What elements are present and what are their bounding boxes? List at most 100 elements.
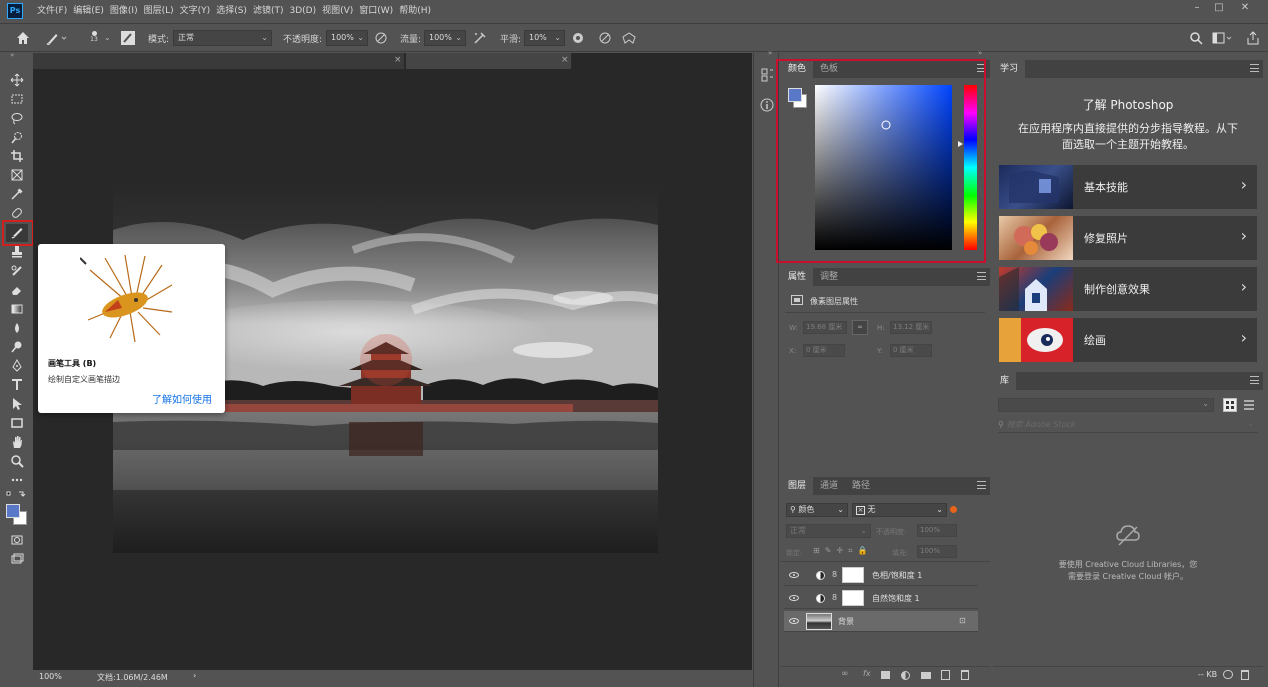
- blur-tool-icon[interactable]: [6, 320, 28, 338]
- layer-name[interactable]: 自然饱和度 1: [872, 593, 920, 604]
- share-icon[interactable]: [1244, 29, 1262, 47]
- trash-icon[interactable]: [1241, 670, 1249, 680]
- library-select[interactable]: ⌄: [998, 398, 1214, 412]
- document-tab-2[interactable]: [406, 53, 572, 69]
- brush-size-picker[interactable]: 13: [87, 29, 101, 49]
- info-panel-icon[interactable]: [760, 98, 774, 112]
- learn-card-basic-skills[interactable]: 基本技能 ›: [999, 165, 1257, 209]
- panel-menu-icon[interactable]: [977, 272, 986, 280]
- tab-channels[interactable]: 通道: [813, 477, 845, 495]
- x-field[interactable]: 0 厘米: [803, 344, 845, 357]
- photoshop-logo-icon[interactable]: Ps: [7, 3, 23, 19]
- airbrush-icon[interactable]: [471, 29, 489, 47]
- layer-row-selected[interactable]: 背景 ⊡: [784, 611, 978, 632]
- lock-icon[interactable]: ⊡: [959, 616, 966, 625]
- eyedropper-tool-icon[interactable]: [6, 186, 28, 204]
- menu-item[interactable]: 文字(Y): [177, 0, 214, 22]
- home-icon[interactable]: [14, 29, 32, 47]
- layer-mask-thumbnail[interactable]: [842, 590, 864, 606]
- history-panel-icon[interactable]: [761, 67, 775, 83]
- link-dimensions-icon[interactable]: ∞: [852, 320, 868, 335]
- frame-tool-icon[interactable]: [6, 167, 28, 185]
- tab-learn[interactable]: 学习: [993, 60, 1026, 78]
- height-field[interactable]: 13.12 厘米: [890, 321, 932, 334]
- panel-menu-icon[interactable]: [977, 481, 986, 489]
- layer-mask-thumbnail[interactable]: [842, 567, 864, 583]
- stock-search[interactable]: ⚲ 搜索 Adobe Stock ⌄: [998, 419, 1258, 433]
- brush-preset-icon[interactable]: [44, 29, 67, 47]
- menu-item[interactable]: 图像(I): [107, 0, 141, 22]
- layer-row[interactable]: 8 自然饱和度 1: [784, 588, 978, 609]
- panel-menu-icon[interactable]: [1250, 376, 1259, 384]
- move-tool-icon[interactable]: [6, 72, 28, 90]
- quick-select-tool-icon[interactable]: [6, 129, 28, 147]
- tab-layers[interactable]: 图层: [781, 477, 814, 495]
- learn-card-fix-photos[interactable]: 修复照片 ›: [999, 216, 1257, 260]
- close-tab-icon[interactable]: ×: [561, 55, 569, 65]
- visibility-eye-icon[interactable]: [789, 618, 799, 624]
- folder-icon[interactable]: [921, 672, 931, 679]
- collapse-icon[interactable]: »: [10, 51, 14, 59]
- layer-filter-kind[interactable]: ⚲ 颜色 ⌄: [786, 503, 848, 517]
- filter-toggle-icon[interactable]: [950, 506, 957, 513]
- clone-stamp-tool-icon[interactable]: [6, 244, 28, 262]
- workspace-icon[interactable]: [1210, 29, 1232, 47]
- zoom-tool-icon[interactable]: [6, 453, 28, 471]
- mask-icon[interactable]: [881, 671, 890, 679]
- dodge-tool-icon[interactable]: [6, 339, 28, 357]
- menu-item[interactable]: 滤镜(T): [250, 0, 287, 22]
- pressure-opacity-icon[interactable]: [372, 29, 390, 47]
- layer-row[interactable]: 8 色相/饱和度 1: [784, 565, 978, 586]
- menu-item[interactable]: 选择(S): [213, 0, 250, 22]
- trash-icon[interactable]: [961, 670, 969, 680]
- flow-input[interactable]: 100% ⌄: [424, 30, 466, 46]
- pressure-size-icon[interactable]: [596, 29, 614, 47]
- list-view-icon[interactable]: [1242, 399, 1256, 411]
- dock-collapse-icon[interactable]: »: [978, 49, 982, 57]
- tab-properties[interactable]: 属性: [781, 268, 814, 286]
- crop-tool-icon[interactable]: [6, 148, 28, 166]
- layer-name[interactable]: 背景: [838, 616, 854, 627]
- learn-card-creative-effects[interactable]: 制作创意效果 ›: [999, 267, 1257, 311]
- brush-tool-icon[interactable]: [6, 224, 28, 242]
- close-window-icon[interactable]: ✕: [1232, 0, 1258, 18]
- smoothing-input[interactable]: 10% ⌄: [524, 30, 565, 46]
- rectangle-tool-icon[interactable]: [6, 415, 28, 433]
- chain-link-icon[interactable]: 8: [832, 593, 837, 602]
- fill-field[interactable]: 100%: [917, 545, 957, 558]
- blend-mode-select[interactable]: 正常 ⌄: [786, 524, 871, 538]
- search-icon[interactable]: [1187, 29, 1205, 47]
- quick-mask-icon[interactable]: [6, 532, 28, 550]
- cloud-sync-icon[interactable]: [1223, 670, 1233, 679]
- foreground-color-swatch[interactable]: [6, 504, 20, 518]
- mode-select[interactable]: 正常 ⌄: [173, 30, 272, 46]
- menu-item[interactable]: 编辑(E): [70, 0, 107, 22]
- eraser-tool-icon[interactable]: [6, 282, 28, 300]
- zoom-level[interactable]: 100%: [39, 672, 62, 681]
- gear-icon[interactable]: [569, 29, 587, 47]
- document-tab-1[interactable]: [33, 53, 405, 69]
- history-brush-tool-icon[interactable]: [6, 263, 28, 281]
- width-field[interactable]: 19.68 厘米: [803, 321, 847, 334]
- tab-libraries[interactable]: 库: [993, 372, 1017, 390]
- path-select-tool-icon[interactable]: [6, 396, 28, 414]
- lock-icons[interactable]: ⊞✎✛⌗🔒: [813, 546, 873, 556]
- dock-collapse-icon[interactable]: »: [768, 49, 772, 57]
- more-tools-icon[interactable]: [6, 472, 28, 490]
- visibility-eye-icon[interactable]: [789, 572, 799, 578]
- screen-mode-icon[interactable]: [6, 551, 28, 569]
- gradient-tool-icon[interactable]: [6, 301, 28, 319]
- link-icon[interactable]: ∞: [841, 669, 849, 679]
- learn-card-painting[interactable]: 绘画 ›: [999, 318, 1257, 362]
- fx-icon[interactable]: fx: [863, 669, 871, 678]
- close-tab-icon[interactable]: ×: [394, 55, 402, 65]
- layer-thumbnail[interactable]: [806, 613, 832, 630]
- adjustment-icon[interactable]: [901, 671, 910, 680]
- tab-adjustments[interactable]: 调整: [813, 268, 845, 286]
- swap-colors-icon[interactable]: [6, 491, 26, 499]
- new-layer-icon[interactable]: [941, 670, 950, 680]
- layer-opacity-field[interactable]: 100%: [917, 524, 957, 537]
- symmetry-icon[interactable]: [620, 29, 638, 47]
- chevron-down-icon[interactable]: ⌄: [104, 33, 111, 42]
- lasso-tool-icon[interactable]: [6, 110, 28, 128]
